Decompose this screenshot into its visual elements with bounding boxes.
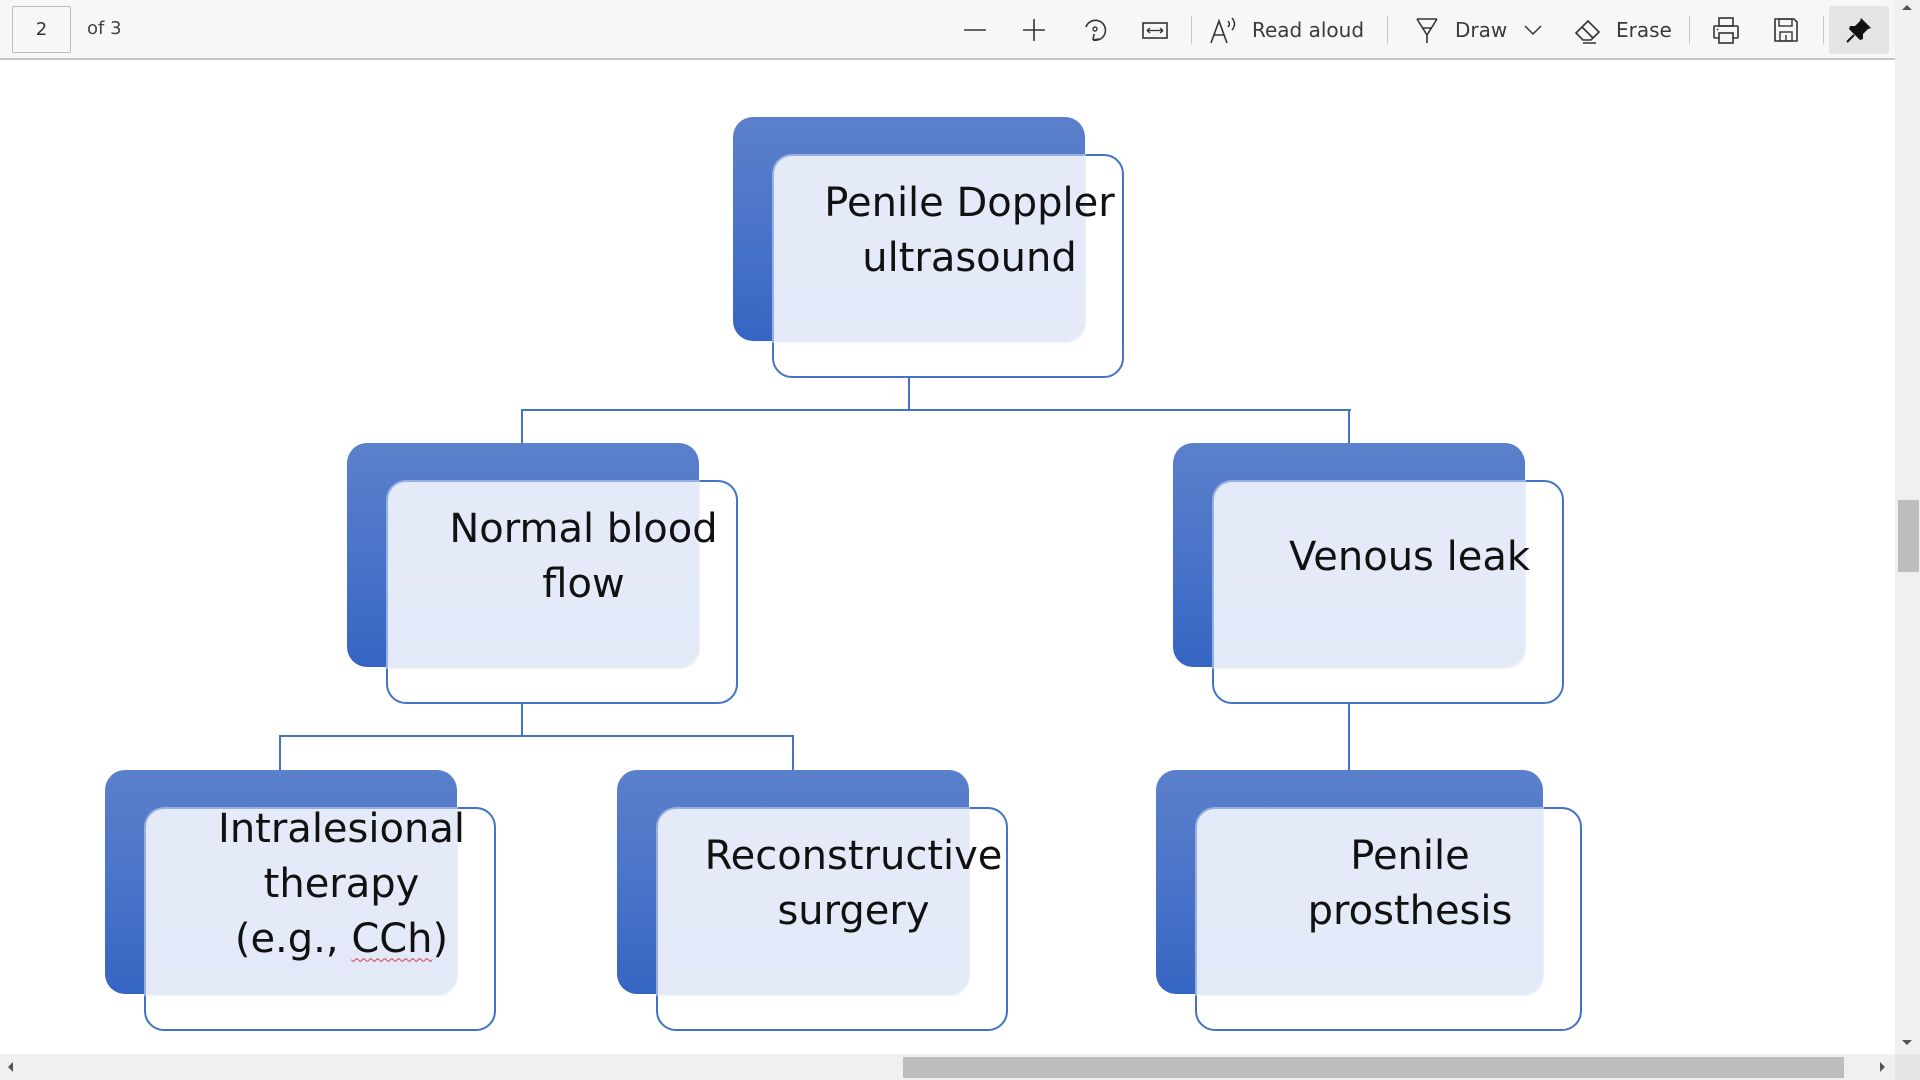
horizontal-scrollbar[interactable]: [0, 1054, 1895, 1080]
toolbar-separator: [1191, 16, 1192, 44]
plus-icon: [1023, 19, 1045, 41]
toolbar-separator: [1689, 16, 1690, 44]
node-front-shape: Penile prosthesis: [1195, 807, 1582, 1031]
pdf-toolbar: of 3 Read aloud: [0, 0, 1895, 60]
node-label: Venous leak: [1289, 533, 1530, 580]
read-aloud-label: Read aloud: [1252, 18, 1365, 42]
connector-root-down: [908, 378, 910, 411]
connector-level2-bar: [521, 409, 1351, 411]
draw-label: Draw: [1455, 18, 1508, 42]
node-label: Penile Doppler ultrasound: [824, 180, 1115, 281]
scroll-down-arrow-icon[interactable]: [1902, 1040, 1912, 1045]
connector-normal-flow-down: [521, 704, 523, 737]
minus-icon: [964, 29, 986, 31]
spellcheck-marked-word: CCh: [351, 915, 433, 962]
page-number-input[interactable]: [12, 6, 71, 53]
draw-button[interactable]: Draw: [1411, 8, 1507, 52]
node-front-shape: Normal blood flow: [386, 480, 738, 704]
chevron-down-icon: [1524, 25, 1542, 36]
printer-icon: [1713, 17, 1739, 44]
vertical-scrollbar[interactable]: [1895, 0, 1920, 1054]
pin-toolbar-button[interactable]: [1829, 6, 1889, 54]
node-label: Penile prosthesis: [1307, 833, 1513, 934]
erase-button[interactable]: Erase: [1572, 8, 1672, 52]
fit-to-width-button[interactable]: [1138, 8, 1172, 52]
read-aloud-button[interactable]: Read aloud: [1206, 8, 1364, 52]
fit-width-icon: [1142, 22, 1168, 39]
print-button[interactable]: [1709, 8, 1743, 52]
read-aloud-icon: [1210, 17, 1236, 44]
node-front-shape: Penile Doppler ultrasound: [772, 154, 1124, 378]
pen-icon: [1416, 18, 1438, 43]
pin-icon: [1846, 18, 1871, 43]
zoom-out-button[interactable]: [958, 8, 992, 52]
horizontal-scroll-thumb[interactable]: [903, 1057, 1844, 1078]
toolbar-separator: [1387, 16, 1388, 44]
node-label: Intralesional therapy (e.g., CCh): [218, 805, 465, 962]
node-label: Normal blood flow: [449, 506, 718, 607]
eraser-icon: [1574, 19, 1601, 44]
connector-to-intralesional: [279, 735, 281, 770]
draw-options-dropdown[interactable]: [1520, 8, 1546, 52]
node-front-shape: Venous leak: [1212, 480, 1564, 704]
pdf-page-canvas: Penile Doppler ultrasound Normal blood flo…: [0, 62, 1895, 1054]
node-label: Reconstructive surgery: [704, 833, 1003, 934]
save-disk-icon: [1774, 18, 1798, 42]
rotate-button[interactable]: [1078, 8, 1112, 52]
save-button[interactable]: [1769, 8, 1803, 52]
connector-to-reconstructive: [792, 735, 794, 770]
scrollbar-corner: [1895, 1054, 1920, 1080]
scroll-up-arrow-icon[interactable]: [1902, 5, 1912, 10]
node-front-shape: Intralesional therapy (e.g., CCh): [144, 806, 496, 1031]
connector-to-venous-leak: [1348, 409, 1350, 443]
zoom-in-button[interactable]: [1017, 8, 1051, 52]
toolbar-separator: [1823, 16, 1824, 44]
scroll-left-arrow-icon[interactable]: [8, 1062, 13, 1072]
page-total-label: of 3: [87, 18, 122, 39]
rotate-icon: [1085, 19, 1107, 42]
node-front-shape: Reconstructive surgery: [656, 807, 1008, 1031]
connector-to-prosthesis: [1348, 704, 1350, 770]
erase-label: Erase: [1616, 18, 1672, 42]
vertical-scroll-thumb[interactable]: [1898, 500, 1919, 572]
scroll-right-arrow-icon[interactable]: [1880, 1062, 1885, 1072]
connector-level3-bar: [279, 735, 794, 737]
connector-to-normal-flow: [521, 409, 523, 443]
